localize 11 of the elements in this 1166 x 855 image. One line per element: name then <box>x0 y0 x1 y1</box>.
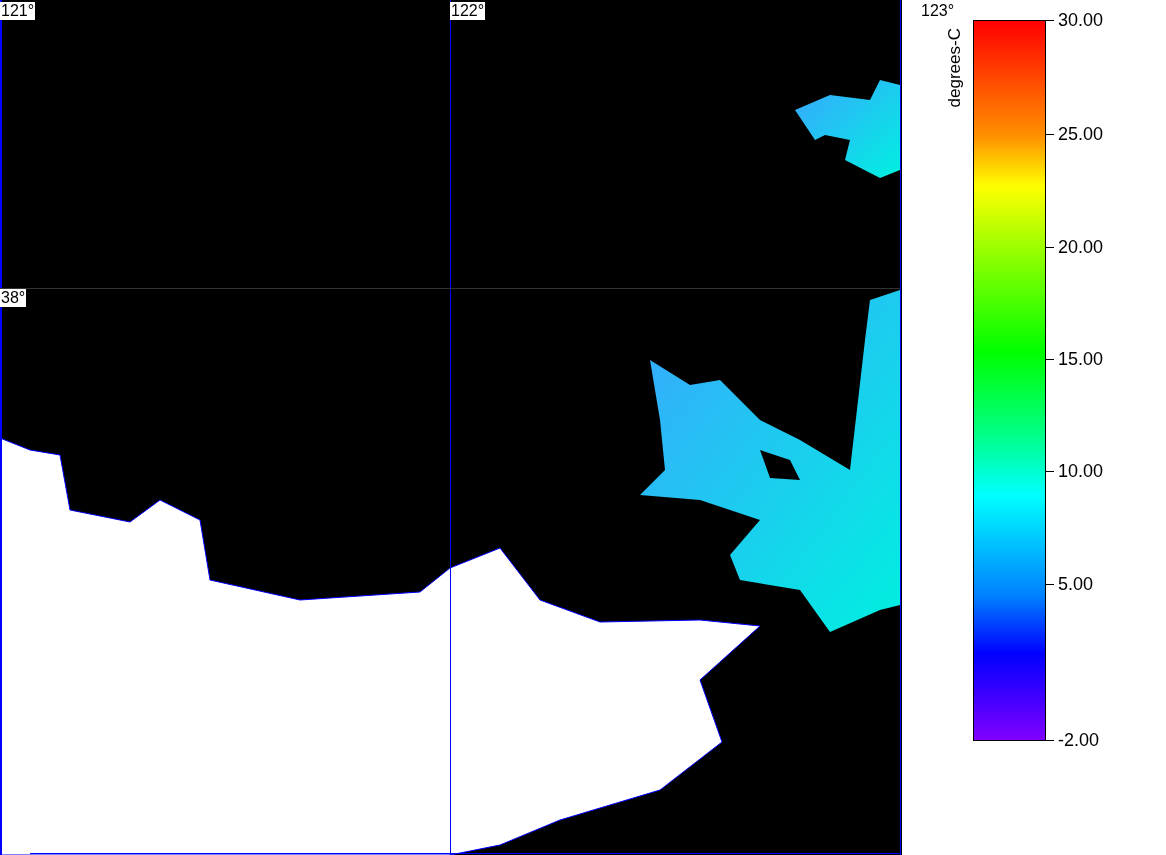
tick-label: 25.00 <box>1058 124 1104 144</box>
tick-label: 20.00 <box>1058 237 1104 257</box>
colorbar-title: degrees-C <box>943 28 965 108</box>
longitude-label: 122° <box>450 2 486 20</box>
tick-label: 10.00 <box>1058 461 1104 481</box>
longitude-label: 121° <box>0 2 36 20</box>
latitude-label: 38° <box>0 289 27 307</box>
tick-label: 5.00 <box>1058 574 1094 594</box>
tick-label: 30.00 <box>1058 10 1104 30</box>
tick-label: -2.00 <box>1058 730 1100 750</box>
tick-label: 15.00 <box>1058 349 1104 369</box>
